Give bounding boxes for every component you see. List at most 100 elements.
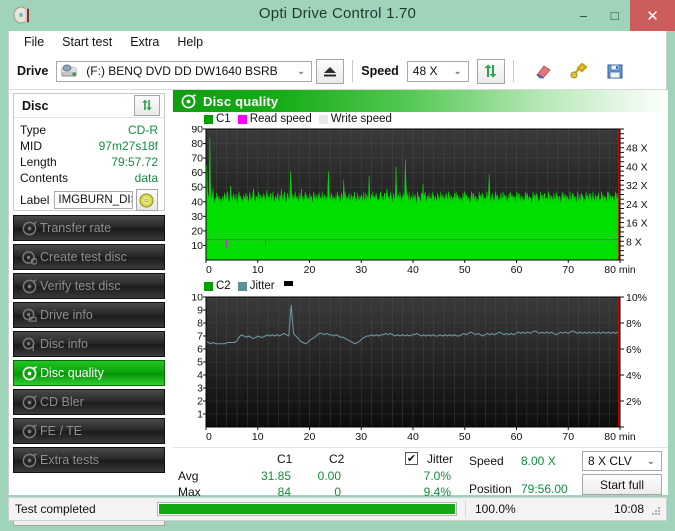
start-full-button[interactable]: Start full — [582, 474, 662, 495]
svg-text:80: 80 — [191, 138, 203, 150]
disc-row-type: Type CD-R — [20, 122, 158, 138]
speed-stat-value: 8.00 X — [521, 454, 556, 468]
c1-chart[interactable]: 10 20 30 40 50 60 70 80 90 0 10 20 30 40 50 60 70 80 min 8… — [173, 126, 668, 278]
sidebar-item-disc-info[interactable]: Disc info — [13, 331, 165, 357]
disc-test-icon — [18, 220, 40, 236]
right-panel: Disc quality C1 Read speed Write speed 1… — [173, 90, 668, 519]
svg-text:50: 50 — [459, 431, 471, 443]
jitter-chart[interactable]: 1 2 3 4 5 6 7 8 9 10 0 10 20 30 40 50 60 70 80 min 2% 4% 6% 8%… — [173, 294, 668, 447]
close-button[interactable]: ✕ — [630, 0, 675, 31]
disc-key-mid: MID — [20, 139, 42, 153]
sidebar-label: FE / TE — [40, 424, 83, 438]
drive-label: Drive — [17, 64, 49, 78]
disc-properties: Type CD-R MID 97m27s18f Length 79:57.72 … — [14, 118, 164, 211]
extra-tests-icon — [18, 452, 40, 468]
svg-text:0: 0 — [206, 431, 212, 443]
position-stat-value: 79:56.00 — [521, 482, 568, 496]
drive-info-icon — [18, 308, 40, 323]
legend-top: C1 Read speed Write speed — [173, 112, 668, 126]
title-bar: Opti Drive Control 1.70 – □ ✕ — [0, 0, 675, 31]
svg-text:4: 4 — [197, 370, 203, 382]
legend-swatch-read-speed — [237, 114, 247, 124]
disc-quality-icon — [18, 365, 40, 381]
legend-label-write-speed: Write speed — [330, 113, 392, 125]
legend-entry-read-speed: Read speed — [237, 113, 312, 125]
sidebar-item-drive-info[interactable]: Drive info — [13, 302, 165, 328]
svg-text:32 X: 32 X — [626, 180, 648, 192]
sidebar-item-disc-quality[interactable]: Disc quality — [13, 360, 165, 386]
disc-label-input[interactable]: IMGBURN_DIS — [54, 191, 133, 209]
disc-label-button[interactable] — [135, 189, 158, 211]
svg-text:10: 10 — [191, 240, 203, 252]
disc-info-panel: Disc Type CD-R MID 97m27s18f Length 79:5… — [13, 93, 165, 211]
chevron-down-icon: ⌄ — [646, 455, 655, 467]
toolbar-separator-1 — [352, 60, 354, 82]
svg-text:7: 7 — [197, 331, 203, 343]
disc-value-type: CD-R — [128, 123, 158, 137]
speed-select[interactable]: 48 X ⌄ — [406, 60, 469, 82]
svg-text:50: 50 — [459, 264, 471, 276]
sidebar-label: CD Bler — [40, 395, 84, 409]
sidebar-item-cd-bler[interactable]: CD Bler — [13, 389, 165, 415]
jitter-checkbox[interactable]: ✔ — [405, 452, 418, 465]
resize-grip[interactable] — [650, 505, 662, 517]
legend-bottom: C2 Jitter — [173, 278, 668, 294]
minimize-button[interactable]: – — [568, 0, 599, 31]
svg-text:48 X: 48 X — [626, 143, 648, 155]
svg-text:60: 60 — [191, 167, 203, 179]
legend-entry-jitter: Jitter — [237, 280, 275, 292]
fe-te-icon — [18, 423, 40, 439]
window-controls: – □ ✕ — [568, 0, 675, 31]
disc-value-mid: 97m27s18f — [98, 139, 158, 153]
svg-text:40 X: 40 X — [626, 161, 648, 173]
svg-text:70: 70 — [191, 153, 203, 165]
legend-entry-c2: C2 — [204, 280, 231, 292]
eraser-button[interactable] — [528, 59, 558, 84]
svg-text:50: 50 — [191, 182, 203, 194]
disc-value-length: 79:57.72 — [111, 155, 158, 169]
test-nav-list: Transfer rate Create test disc Verify te… — [13, 215, 165, 476]
tools-button[interactable] — [564, 59, 594, 84]
disc-label-row: Label IMGBURN_DIS — [20, 189, 158, 211]
disc-refresh-button[interactable] — [134, 95, 160, 116]
sidebar-item-verify-test-disc[interactable]: Verify test disc — [13, 273, 165, 299]
sidebar-item-create-test-disc[interactable]: Create test disc — [13, 244, 165, 270]
sidebar-label: Transfer rate — [40, 221, 112, 235]
drive-icon — [61, 64, 77, 78]
disc-quality-icon — [181, 93, 196, 109]
disc-info-icon — [18, 337, 40, 352]
legend-entry-c1: C1 — [204, 113, 231, 125]
legend-marker-black — [283, 280, 293, 286]
save-button[interactable] — [600, 59, 630, 84]
svg-text:30: 30 — [355, 264, 367, 276]
toolbar-separator-2 — [512, 60, 514, 82]
legend-entry-write-speed: Write speed — [318, 113, 392, 125]
menu-start-test[interactable]: Start test — [53, 33, 121, 51]
legend-label-c2: C2 — [216, 280, 231, 292]
maximize-button[interactable]: □ — [599, 0, 630, 31]
eject-button[interactable] — [316, 58, 345, 84]
stats-header-jitter: Jitter — [427, 452, 454, 466]
panel-title: Disc quality — [203, 93, 279, 109]
sidebar-item-extra-tests[interactable]: Extra tests — [13, 447, 165, 473]
menu-file[interactable]: File — [15, 33, 53, 51]
menu-extra[interactable]: Extra — [121, 33, 168, 51]
svg-text:70: 70 — [562, 431, 574, 443]
sidebar-item-transfer-rate[interactable]: Transfer rate — [13, 215, 165, 241]
speed-label: Speed — [361, 64, 399, 78]
stats-avg-jitter: 7.0% — [423, 469, 451, 483]
disc-label-key: Label — [20, 193, 50, 207]
refresh-button[interactable] — [476, 58, 505, 84]
svg-text:8 X: 8 X — [626, 236, 642, 248]
disc-create-icon — [18, 250, 40, 265]
menu-help[interactable]: Help — [168, 33, 212, 51]
drive-select[interactable]: (F:) BENQ DVD DD DW1640 BSRB ⌄ — [56, 60, 313, 82]
legend-swatch-jitter — [237, 281, 247, 291]
write-mode-select[interactable]: 8 X CLV ⌄ — [582, 451, 662, 471]
speed-stat-label: Speed — [469, 454, 504, 468]
sidebar-label: Extra tests — [40, 453, 100, 467]
svg-text:60: 60 — [511, 264, 523, 276]
svg-text:3: 3 — [197, 383, 203, 395]
sidebar-item-fe-te[interactable]: FE / TE — [13, 418, 165, 444]
svg-text:30: 30 — [191, 211, 203, 223]
